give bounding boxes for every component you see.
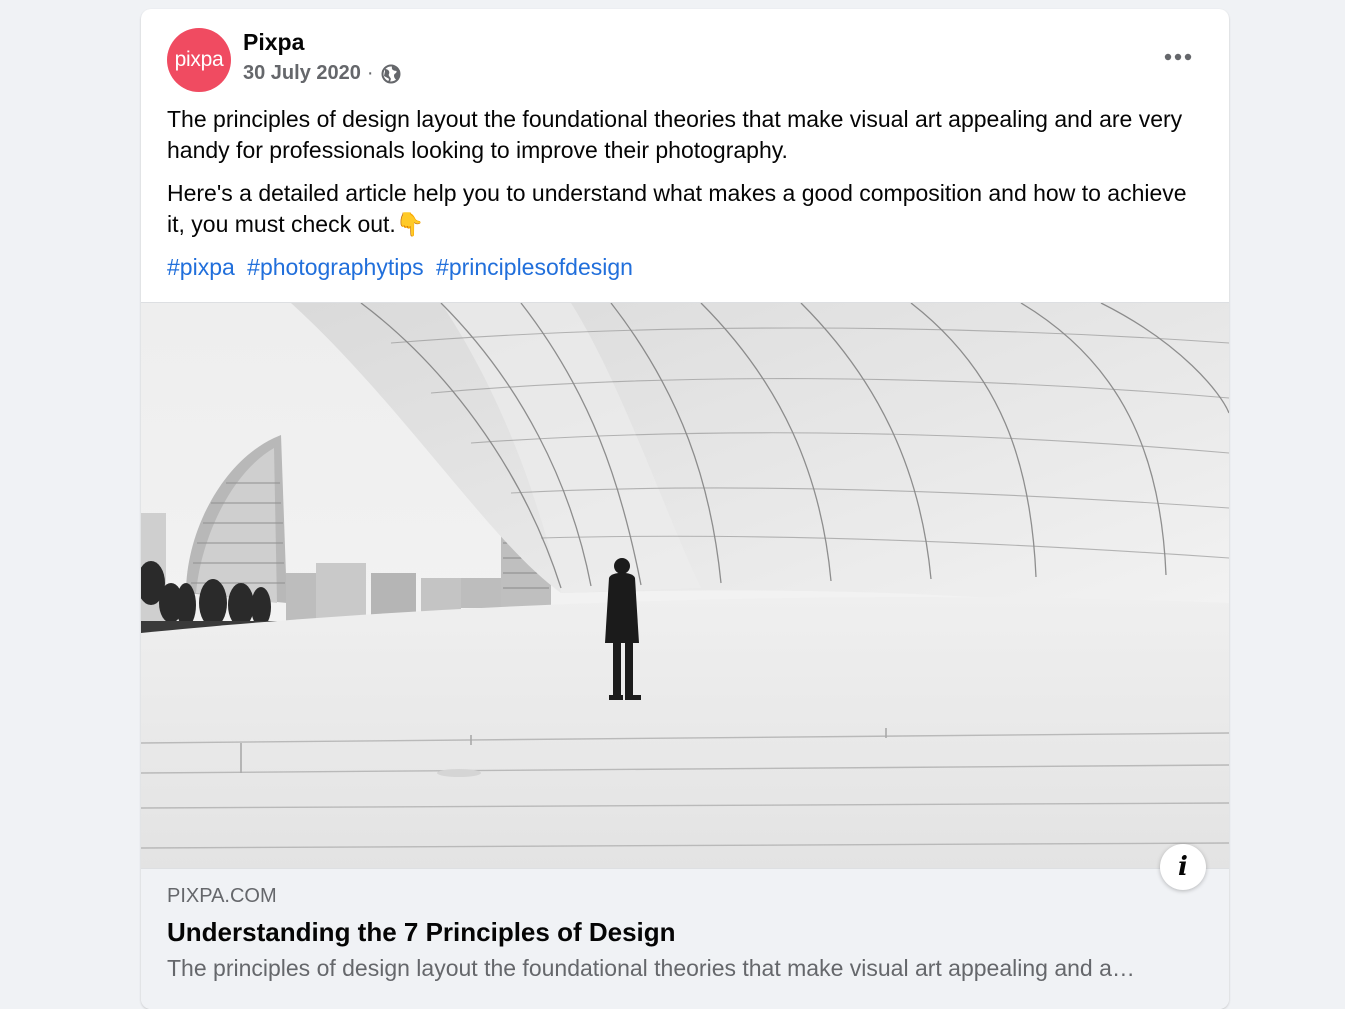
post-paragraph-1: The principles of design layout the foun… [167, 106, 1183, 163]
hashtag-link[interactable]: #photographytips [247, 254, 423, 280]
hashtag-row: #pixpa #photographytips #principlesofdes… [167, 252, 1207, 283]
more-options-icon[interactable] [1161, 45, 1195, 69]
link-title[interactable]: Understanding the 7 Principles of Design [167, 917, 676, 948]
avatar-label: pixpa [174, 48, 224, 71]
globe-icon [381, 64, 401, 84]
meta-separator: · [366, 62, 374, 84]
info-button[interactable]: i [1160, 844, 1206, 890]
post-card: pixpa Pixpa 30 July 2020 · The principle… [141, 9, 1229, 1009]
post-paragraph-2: Here's a detailed article help you to un… [167, 180, 1187, 237]
link-preview-footer[interactable]: PIXPA.COM Understanding the 7 Principles… [141, 868, 1229, 1009]
link-domain: PIXPA.COM [167, 885, 277, 907]
author-name[interactable]: Pixpa [243, 29, 304, 56]
info-icon: i [1178, 852, 1188, 882]
post-meta: 30 July 2020 · [243, 62, 401, 85]
hashtag-link[interactable]: #pixpa [167, 254, 235, 280]
link-preview-image[interactable] [141, 302, 1229, 869]
hashtag-link[interactable]: #principlesofdesign [436, 254, 633, 280]
post-date[interactable]: 30 July 2020 [243, 62, 361, 85]
post-text: The principles of design layout the foun… [167, 104, 1207, 295]
pixpa-avatar[interactable]: pixpa [167, 28, 231, 92]
link-description: The principles of design layout the foun… [167, 955, 1135, 981]
